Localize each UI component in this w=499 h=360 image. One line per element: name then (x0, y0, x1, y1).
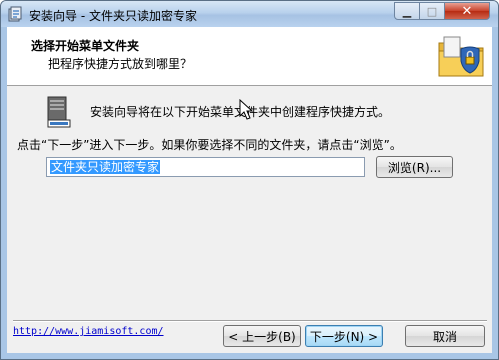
back-button[interactable]: < 上一步(B) (223, 325, 301, 347)
mouse-cursor-icon (239, 99, 253, 120)
close-icon: ✕ (461, 3, 473, 19)
start-menu-folder-value: 文件夹只读加密专家 (50, 160, 161, 174)
title-bar[interactable]: 安装向导 - 文件夹只读加密专家 ▁ □ ✕ (1, 1, 498, 27)
close-button[interactable]: ✕ (444, 2, 490, 20)
minimize-button[interactable]: ▁ (394, 2, 420, 20)
website-link[interactable]: http://www.jiamisoft.com/ (13, 326, 164, 337)
page-subtitle: 把程序快捷方式放到哪里？ (48, 57, 193, 71)
maximize-button[interactable]: □ (419, 2, 445, 20)
wizard-client-area: 选择开始菜单文件夹 把程序快捷方式放到哪里？ 安装向导将在以下开始菜单文件夹中创… (7, 27, 492, 353)
info-text-line2: 点击“下一步”进入下一步。如果你要选择不同的文件夹，请点击“浏览”。 (17, 138, 402, 152)
folder-lock-shield-icon (438, 36, 484, 77)
next-button[interactable]: 下一步(N) > (305, 325, 383, 347)
maximize-icon: □ (426, 4, 438, 18)
browse-button[interactable]: 浏览(R)... (376, 156, 453, 178)
wizard-header: 选择开始菜单文件夹 把程序快捷方式放到哪里？ (7, 27, 492, 86)
installer-app-icon (8, 6, 22, 22)
installer-window: 安装向导 - 文件夹只读加密专家 ▁ □ ✕ 选择开始菜单文件夹 把程序快捷方式… (0, 0, 499, 360)
page-title: 选择开始菜单文件夹 (31, 39, 140, 53)
start-menu-folder-input[interactable]: 文件夹只读加密专家 (46, 157, 365, 177)
computer-tower-icon (47, 96, 71, 128)
window-title: 安装向导 - 文件夹只读加密专家 (29, 9, 197, 23)
footer-divider (13, 320, 487, 322)
minimize-icon: ▁ (402, 4, 412, 18)
cancel-button[interactable]: 取消 (405, 325, 485, 347)
